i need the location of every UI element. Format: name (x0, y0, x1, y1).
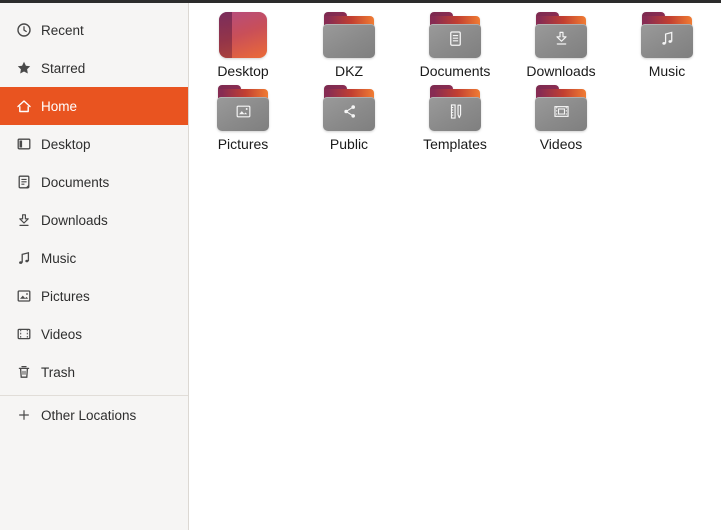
file-label: Pictures (217, 136, 269, 152)
sidebar-item-documents[interactable]: Documents (0, 163, 188, 201)
sidebar-item-label: Downloads (41, 212, 108, 228)
sidebar-item-label: Pictures (41, 288, 90, 304)
sidebar-item-label: Other Locations (41, 407, 137, 423)
sidebar-item-recent[interactable]: Recent (0, 11, 188, 49)
sidebar-item-label: Trash (41, 364, 76, 380)
file-icon-view: Desktop DKZ Documents Downloads Music Pi… (189, 3, 721, 530)
sidebar-item-label: Music (41, 250, 77, 266)
file-desktop[interactable]: Desktop (190, 11, 296, 80)
file-label: Desktop (217, 63, 269, 79)
sidebar-item-downloads[interactable]: Downloads (0, 201, 188, 239)
sidebar-item-pictures[interactable]: Pictures (0, 277, 188, 315)
sidebar-item-home[interactable]: Home (0, 87, 188, 125)
file-pictures[interactable]: Pictures (190, 84, 296, 153)
file-dkz[interactable]: DKZ (296, 11, 402, 80)
file-music[interactable]: Music (614, 11, 720, 80)
file-videos[interactable]: Videos (508, 84, 614, 153)
music-glyph-icon (658, 29, 677, 53)
sidebar-item-desktop[interactable]: Desktop (0, 125, 188, 163)
picture-glyph-icon (234, 102, 253, 126)
file-label: Downloads (526, 63, 596, 79)
file-label: Documents (419, 63, 491, 79)
file-manager-window: Recent Starred Home Desktop Documents Do… (0, 0, 721, 530)
sidebar-item-starred[interactable]: Starred (0, 49, 188, 87)
sidebar-item-label: Home (41, 98, 78, 114)
file-label: Videos (539, 136, 583, 152)
document-glyph-icon (446, 29, 465, 53)
file-label: Public (329, 136, 369, 152)
file-documents[interactable]: Documents (402, 11, 508, 80)
video-glyph-icon (552, 102, 571, 126)
file-label: Music (648, 63, 686, 79)
sidebar-item-label: Desktop (41, 136, 91, 152)
icon-grid: Desktop DKZ Documents Downloads Music Pi… (190, 11, 721, 157)
sidebar-item-other-locations[interactable]: Other Locations (0, 396, 188, 434)
desktop-icon (15, 136, 32, 153)
sidebar-item-music[interactable]: Music (0, 239, 188, 277)
sidebar: Recent Starred Home Desktop Documents Do… (0, 3, 189, 530)
file-downloads[interactable]: Downloads (508, 11, 614, 80)
file-label: Templates (423, 136, 487, 152)
window-body: Recent Starred Home Desktop Documents Do… (0, 3, 721, 530)
sidebar-item-trash[interactable]: Trash (0, 353, 188, 391)
share-glyph-icon (340, 102, 359, 126)
folder-icon (641, 11, 693, 59)
file-public[interactable]: Public (296, 84, 402, 153)
document-icon (15, 174, 32, 191)
home-icon (15, 98, 32, 115)
plus-icon (15, 407, 32, 424)
folder-icon (323, 11, 375, 59)
folder-icon (535, 84, 587, 132)
star-icon (15, 60, 32, 77)
folder-icon (323, 84, 375, 132)
folder-icon (535, 11, 587, 59)
folder-icon (429, 84, 481, 132)
sidebar-item-label: Starred (41, 60, 86, 76)
sidebar-item-videos[interactable]: Videos (0, 315, 188, 353)
video-icon (15, 326, 32, 343)
folder-icon (217, 84, 269, 132)
folder-icon (429, 11, 481, 59)
clock-icon (15, 22, 32, 39)
download-icon (15, 212, 32, 229)
template-glyph-icon (446, 102, 465, 126)
music-icon (15, 250, 32, 267)
file-label: DKZ (335, 63, 363, 79)
trash-icon (15, 364, 32, 381)
download-glyph-icon (552, 29, 571, 53)
sidebar-item-label: Videos (41, 326, 83, 342)
sidebar-item-label: Documents (41, 174, 110, 190)
sidebar-item-label: Recent (41, 22, 84, 38)
file-templates[interactable]: Templates (402, 84, 508, 153)
picture-icon (15, 288, 32, 305)
desktop-gradient-icon (219, 11, 267, 59)
